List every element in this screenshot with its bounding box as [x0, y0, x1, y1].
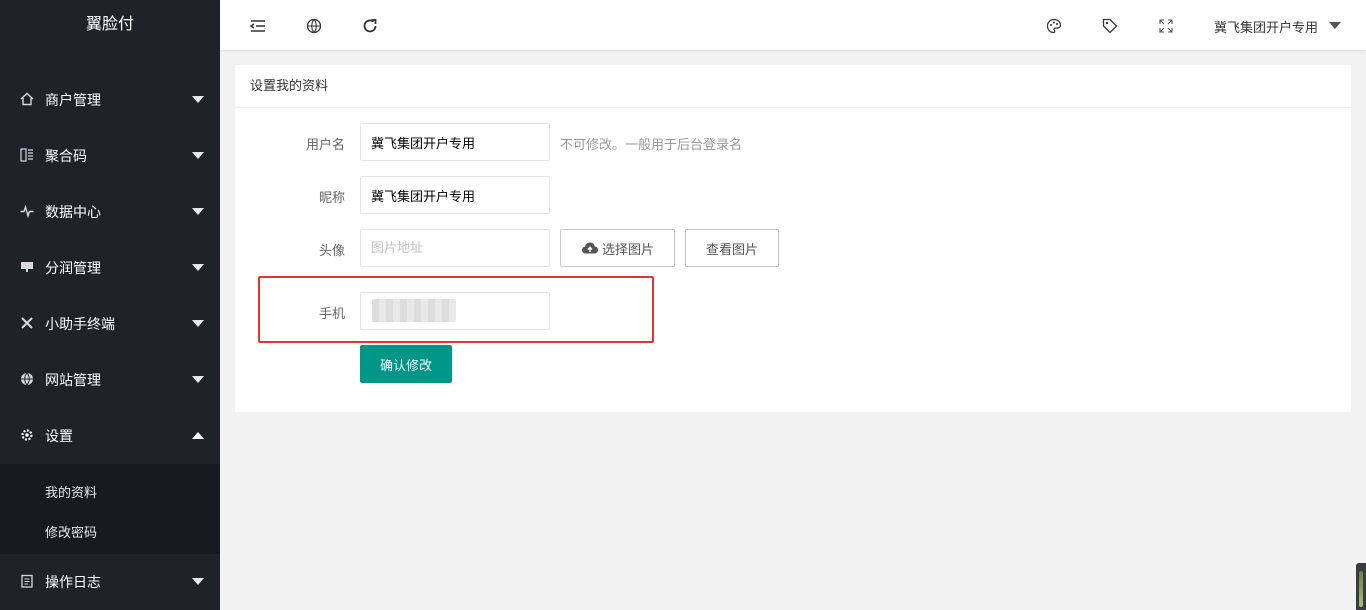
chevron-down-icon — [192, 376, 204, 383]
tag-icon[interactable] — [1101, 17, 1119, 35]
sidebar-item-data-center[interactable]: 数据中心 — [0, 184, 220, 240]
level-bar — [1359, 571, 1363, 607]
clipboard-icon — [20, 574, 34, 588]
sidebar-subitem-label: 修改密码 — [45, 526, 98, 541]
view-image-label: 查看图片 — [705, 242, 758, 258]
username-input[interactable] — [360, 123, 550, 161]
sidebar: 翼脸付 商户管理 聚合码 数据中心 分润管理 小助手终端 网站管理 设置 我的资… — [0, 0, 220, 610]
sidebar-item-label: 网站管理 — [45, 373, 101, 389]
sidebar-item-assistant-terminal[interactable]: 小助手终端 — [0, 296, 220, 352]
gear-icon — [20, 428, 34, 442]
sidebar-item-label: 设置 — [45, 429, 73, 445]
sidebar-subitem-my-profile[interactable]: 我的资料 — [0, 469, 220, 509]
avatar-url-input[interactable] — [360, 229, 550, 267]
theme-palette-icon[interactable] — [1045, 17, 1063, 35]
top-header: 冀飞集团开户专用 — [220, 0, 1366, 50]
card-title: 设置我的资料 — [235, 65, 1351, 108]
sidebar-subitem-change-password[interactable]: 修改密码 — [0, 509, 220, 549]
username-label: 用户名 — [305, 138, 345, 153]
chart-pulse-icon — [20, 204, 34, 218]
sidebar-item-qrcode[interactable]: 聚合码 — [0, 128, 220, 184]
chevron-up-icon — [192, 432, 204, 439]
sidebar-item-profit-share[interactable]: 分润管理 — [0, 240, 220, 296]
view-image-button[interactable]: 查看图片 — [685, 229, 779, 267]
chevron-down-icon — [192, 96, 204, 103]
settings-submenu: 我的资料 修改密码 — [0, 464, 220, 554]
refresh-icon[interactable] — [361, 17, 379, 35]
confirm-update-label: 确认修改 — [379, 358, 432, 374]
chevron-down-icon — [192, 578, 204, 585]
monitor-icon — [20, 260, 34, 274]
sidebar-item-merchant[interactable]: 商户管理 — [0, 72, 220, 128]
app-logo: 翼脸付 — [0, 0, 220, 50]
cloud-upload-icon — [581, 241, 599, 255]
fullscreen-icon[interactable] — [1157, 17, 1175, 35]
globe-icon — [20, 372, 34, 386]
choose-image-label: 选择图片 — [601, 242, 654, 258]
home-icon — [20, 92, 34, 106]
choose-image-button[interactable]: 选择图片 — [560, 229, 675, 267]
phone-label: 手机 — [318, 307, 345, 322]
chevron-down-icon[interactable] — [1329, 22, 1341, 29]
confirm-update-button[interactable]: 确认修改 — [360, 345, 452, 383]
avatar-label: 头像 — [318, 244, 345, 259]
tools-icon — [20, 316, 34, 330]
corner-widget — [1356, 563, 1366, 610]
nickname-input[interactable] — [360, 176, 550, 214]
sidebar-item-label: 商户管理 — [45, 93, 101, 109]
chevron-down-icon — [192, 152, 204, 159]
nickname-label: 昵称 — [318, 191, 345, 206]
sidebar-item-operation-log[interactable]: 操作日志 — [0, 554, 220, 610]
sidebar-item-label: 数据中心 — [45, 205, 101, 221]
qrcode-icon — [20, 148, 34, 162]
redacted-phone-mask — [372, 299, 456, 322]
sidebar-subitem-label: 我的资料 — [45, 486, 98, 501]
chevron-down-icon — [192, 264, 204, 271]
chevron-down-icon — [192, 320, 204, 327]
sidebar-item-label: 聚合码 — [45, 149, 87, 165]
chevron-down-icon — [192, 208, 204, 215]
sidebar-item-label: 小助手终端 — [45, 317, 115, 333]
sidebar-item-website[interactable]: 网站管理 — [0, 352, 220, 408]
user-menu[interactable]: 冀飞集团开户专用 — [1214, 17, 1318, 36]
sidebar-item-label: 操作日志 — [45, 575, 101, 591]
menu-collapse-icon[interactable] — [249, 17, 267, 35]
username-hint: 不可修改。一般用于后台登录名 — [560, 138, 743, 153]
sidebar-item-label: 分润管理 — [45, 261, 101, 277]
profile-card: 设置我的资料 用户名 不可修改。一般用于后台登录名 昵称 头像 选择图片 查看图… — [235, 65, 1351, 412]
sidebar-item-settings[interactable]: 设置 — [0, 408, 220, 464]
globe-icon[interactable] — [305, 17, 323, 35]
